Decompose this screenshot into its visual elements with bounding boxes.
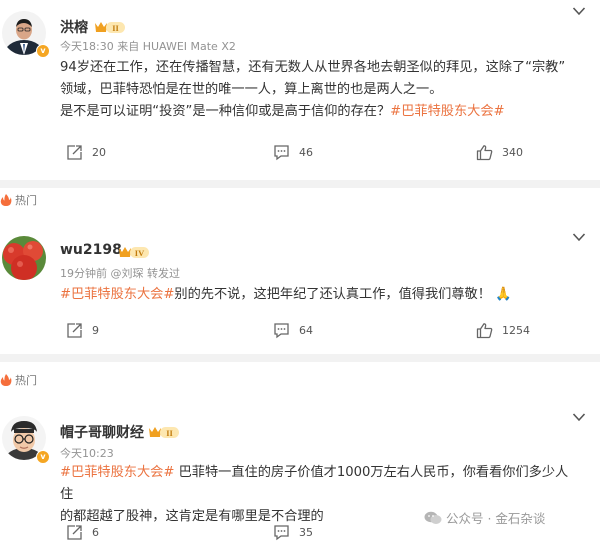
level-badge-icon: II xyxy=(148,424,180,438)
comment-icon xyxy=(274,322,289,338)
repost-icon xyxy=(67,144,82,160)
comment-card: wu2198 IV 19分钟前 @刘琛 转发过 #巴菲特股东大会#别的先不说，这… xyxy=(0,214,600,344)
hashtag-link[interactable]: #巴菲特股东大会# xyxy=(390,104,504,119)
verified-badge-icon: v xyxy=(36,44,50,58)
like-button[interactable]: 1254 xyxy=(476,320,530,340)
username[interactable]: wu2198 xyxy=(60,242,122,258)
repost-count: 6 xyxy=(92,525,99,539)
level-text: II xyxy=(112,23,119,33)
repost-count: 9 xyxy=(92,323,99,337)
praying-hands-emoji: 🙏 xyxy=(495,287,512,302)
post-meta: 今天18:30 来自 HUAWEI Mate X2 xyxy=(60,40,236,53)
repost-count: 20 xyxy=(92,145,106,159)
chevron-down-icon[interactable] xyxy=(572,412,586,422)
action-bar: 20 46 340 xyxy=(0,142,600,166)
comment-count: 35 xyxy=(299,525,313,539)
avatar[interactable] xyxy=(2,236,46,280)
comment-button[interactable]: 64 xyxy=(273,320,313,340)
username[interactable]: 洪榕 xyxy=(60,17,88,37)
username[interactable]: 帽子哥聊财经 xyxy=(60,422,144,442)
like-count: 1254 xyxy=(502,323,530,337)
level-badge-icon: II xyxy=(94,19,126,33)
comment-line: #巴菲特股东大会# 巴菲特一直住的房子价值才1000万左右人民币，你看看你们多少… xyxy=(60,462,580,506)
wechat-icon xyxy=(424,511,442,524)
post-meta: 今天10:23 xyxy=(60,447,114,460)
comment-button[interactable]: 46 xyxy=(273,142,313,162)
comment-count: 64 xyxy=(299,323,313,337)
level-badge-icon: IV xyxy=(118,244,150,258)
comment-card: v 洪榕 II 今天18:30 来自 HUAWEI Mate X2 94岁还在工… xyxy=(0,0,600,176)
comment-button[interactable]: 35 xyxy=(273,522,313,542)
chevron-down-icon[interactable] xyxy=(572,232,586,242)
comment-line: 是不是可以证明“投资”是一种信仰或是高于信仰的存在？#巴菲特股东大会# xyxy=(60,101,580,123)
repost-icon xyxy=(67,322,82,338)
level-text: II xyxy=(166,428,173,438)
watermark-text: 公众号 · 金石杂谈 xyxy=(446,511,546,526)
post-meta: 19分钟前 @刘琛 转发过 xyxy=(60,267,180,280)
flame-icon xyxy=(0,194,12,206)
watermark: 公众号 · 金石杂谈 xyxy=(424,508,545,527)
comment-line: 领域，巴菲特恐怕是在世的唯一一人，算上离世的也是两人之一。 xyxy=(60,82,443,97)
repost-button[interactable]: 6 xyxy=(66,522,99,542)
comment-line: 94岁还在工作，还在传播智慧，还有无数人从世界各地去朝圣似的拜见，这除了“宗教” xyxy=(60,60,566,75)
repost-button[interactable]: 20 xyxy=(66,142,106,162)
hashtag-link[interactable]: #巴菲特股东大会# xyxy=(60,287,174,302)
hot-section-header: 热门 xyxy=(0,188,600,214)
hot-label: 热门 xyxy=(15,194,37,207)
comment-text: #巴菲特股东大会#别的先不说，这把年纪了还认真工作，值得我们尊敬！ 🙏 xyxy=(60,284,580,306)
level-text: IV xyxy=(135,248,145,258)
comment-line-text: 是不是可以证明“投资”是一种信仰或是高于信仰的存在？ xyxy=(60,104,391,119)
comment-icon xyxy=(274,524,289,540)
hot-label: 热门 xyxy=(15,374,37,387)
chevron-down-icon[interactable] xyxy=(572,6,586,16)
comment-line: #巴菲特股东大会#别的先不说，这把年纪了还认真工作，值得我们尊敬！ 🙏 xyxy=(60,284,580,306)
like-button[interactable]: 340 xyxy=(476,142,523,162)
hashtag-link[interactable]: #巴菲特股东大会# xyxy=(60,465,174,480)
verified-badge-icon: v xyxy=(36,450,50,464)
thumbs-up-icon xyxy=(476,322,493,338)
comment-line-text: 别的先不说，这把年纪了还认真工作，值得我们尊敬！ xyxy=(174,287,491,302)
hot-section-header: 热门 xyxy=(0,368,600,394)
separator xyxy=(0,354,600,362)
separator xyxy=(0,180,600,188)
comment-count: 46 xyxy=(299,145,313,159)
like-count: 340 xyxy=(502,145,523,159)
thumbs-up-icon xyxy=(476,144,493,160)
action-bar: 9 64 1254 xyxy=(0,320,600,344)
repost-icon xyxy=(67,524,82,540)
comment-text: 94岁还在工作，还在传播智慧，还有无数人从世界各地去朝圣似的拜见，这除了“宗教”… xyxy=(60,57,580,123)
comment-icon xyxy=(274,144,289,160)
flame-icon xyxy=(0,374,12,386)
repost-button[interactable]: 9 xyxy=(66,320,99,340)
